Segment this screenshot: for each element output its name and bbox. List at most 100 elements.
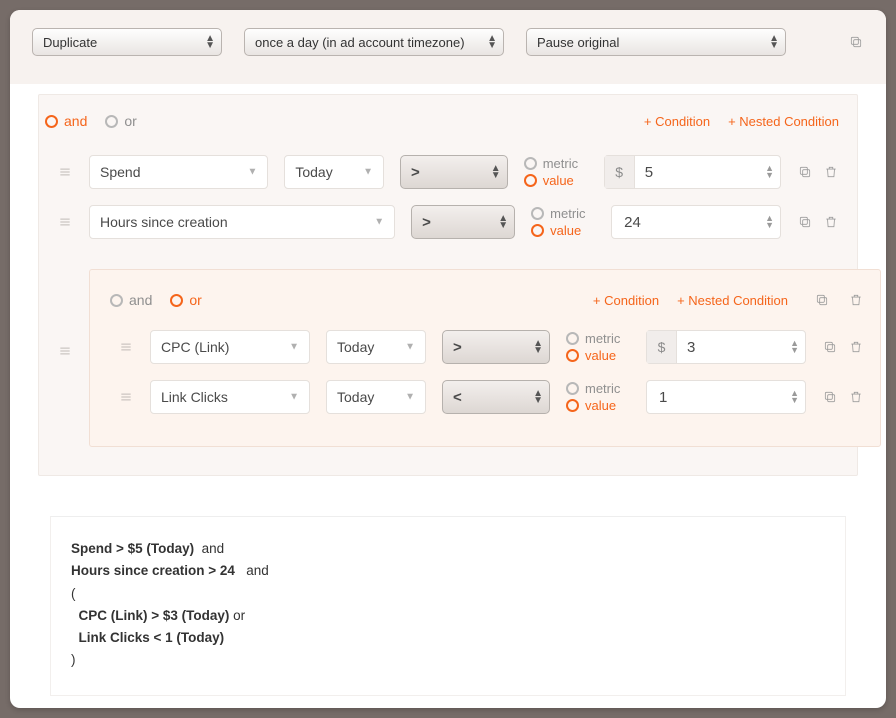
logic-and-label: and	[129, 292, 152, 308]
drag-handle-icon[interactable]	[118, 389, 134, 405]
add-nested-condition-link[interactable]: + Nested Condition	[677, 293, 788, 308]
timerange-value: Today	[337, 339, 374, 355]
frequency-select-value: once a day (in ad account timezone)	[255, 35, 465, 50]
chevron-down-icon: ▼	[374, 217, 384, 228]
value-input[interactable]: 1	[646, 380, 806, 414]
summary-text: CPC (Link) > $3 (Today)	[71, 608, 229, 623]
spinner-icon	[790, 390, 799, 404]
compare-value-radio[interactable]: value	[566, 348, 630, 363]
stepper-icon	[533, 390, 543, 404]
stepper-icon	[533, 340, 543, 354]
timerange-select[interactable]: Today ▼	[326, 330, 426, 364]
duplicate-row-icon[interactable]	[797, 214, 813, 230]
compare-value-label: value	[543, 173, 574, 188]
operator-select[interactable]: <	[442, 380, 550, 414]
compare-metric-label: metric	[550, 206, 585, 221]
metric-select[interactable]: Hours since creation ▼	[89, 205, 395, 239]
chevron-down-icon: ▼	[289, 342, 299, 353]
metric-select-value: Spend	[100, 164, 140, 180]
value-input[interactable]: 24	[611, 205, 781, 239]
nested-logic-or-radio[interactable]: or	[170, 292, 201, 308]
nested-logic-and-radio[interactable]: and	[110, 292, 152, 308]
compare-metric-label: metric	[543, 156, 578, 171]
operator-value: <	[453, 389, 462, 406]
summary-text: and	[235, 563, 269, 578]
summary-text: Hours since creation > 24	[71, 563, 235, 578]
operator-select[interactable]: >	[411, 205, 515, 239]
then-select[interactable]: Pause original	[526, 28, 786, 56]
duplicate-row-icon[interactable]	[822, 339, 838, 355]
stepper-icon	[769, 35, 779, 49]
compare-metric-radio[interactable]: metric	[566, 331, 630, 346]
summary-text: )	[71, 652, 76, 667]
metric-select[interactable]: CPC (Link) ▼	[150, 330, 310, 364]
metric-select[interactable]: Spend ▼	[89, 155, 268, 189]
currency-prefix: $	[605, 156, 635, 188]
radio-icon	[566, 332, 579, 345]
summary-text: and	[194, 541, 224, 556]
delete-row-icon[interactable]	[823, 164, 839, 180]
timerange-value: Today	[295, 164, 332, 180]
action-select[interactable]: Duplicate	[32, 28, 222, 56]
nested-group-row: and or + Condition + Nested Condition	[39, 247, 857, 455]
operator-select[interactable]: >	[442, 330, 550, 364]
drag-handle-icon[interactable]	[57, 214, 73, 230]
timerange-select[interactable]: Today ▼	[284, 155, 384, 189]
duplicate-rule-icon[interactable]	[848, 34, 864, 50]
logic-or-radio[interactable]: or	[105, 113, 136, 129]
value-number: 24	[612, 214, 780, 231]
add-condition-link[interactable]: + Condition	[593, 293, 659, 308]
conditions-panel: and or + Condition + Nested Condition Sp…	[38, 94, 858, 476]
logic-or-label: or	[189, 292, 201, 308]
compare-metric-radio[interactable]: metric	[524, 156, 588, 171]
delete-row-icon[interactable]	[848, 389, 864, 405]
add-condition-link[interactable]: + Condition	[644, 114, 710, 129]
compare-metric-radio[interactable]: metric	[566, 381, 630, 396]
condition-row: Spend ▼ Today ▼ > metric value $ 5	[39, 147, 857, 197]
radio-icon	[531, 224, 544, 237]
timerange-select[interactable]: Today ▼	[326, 380, 426, 414]
top-settings-bar: Duplicate once a day (in ad account time…	[10, 10, 886, 84]
logic-and-label: and	[64, 113, 87, 129]
condition-row: Link Clicks ▼ Today ▼ < metric	[106, 372, 864, 422]
frequency-select[interactable]: once a day (in ad account timezone)	[244, 28, 504, 56]
metric-select-value: Link Clicks	[161, 389, 228, 405]
currency-prefix: $	[647, 331, 677, 363]
metric-select[interactable]: Link Clicks ▼	[150, 380, 310, 414]
compare-value-label: value	[550, 223, 581, 238]
radio-icon	[566, 399, 579, 412]
compare-value-radio[interactable]: value	[524, 173, 588, 188]
value-input[interactable]: $ 3	[646, 330, 806, 364]
condition-row: Hours since creation ▼ > metric value 24	[39, 197, 857, 247]
drag-handle-icon[interactable]	[57, 343, 73, 359]
logic-and-radio[interactable]: and	[45, 113, 87, 129]
compare-value-radio[interactable]: value	[566, 398, 630, 413]
summary-text: Spend > $5 (Today)	[71, 541, 194, 556]
duplicate-group-icon[interactable]	[814, 292, 830, 308]
operator-value: >	[411, 164, 420, 181]
stepper-icon	[491, 165, 501, 179]
radio-icon	[45, 115, 58, 128]
compare-value-radio[interactable]: value	[531, 223, 595, 238]
operator-select[interactable]: >	[400, 155, 508, 189]
delete-group-icon[interactable]	[848, 292, 864, 308]
metric-select-value: Hours since creation	[100, 214, 228, 230]
rule-summary: Spend > $5 (Today) and Hours since creat…	[50, 516, 846, 696]
stepper-icon	[205, 35, 215, 49]
radio-icon	[105, 115, 118, 128]
radio-icon	[110, 294, 123, 307]
duplicate-row-icon[interactable]	[797, 164, 813, 180]
radio-icon	[170, 294, 183, 307]
delete-row-icon[interactable]	[823, 214, 839, 230]
compare-metric-radio[interactable]: metric	[531, 206, 595, 221]
drag-handle-icon[interactable]	[118, 339, 134, 355]
delete-row-icon[interactable]	[848, 339, 864, 355]
chevron-down-icon: ▼	[405, 342, 415, 353]
stepper-icon	[487, 35, 497, 49]
value-number: 1	[647, 389, 805, 406]
value-input[interactable]: $ 5	[604, 155, 781, 189]
add-nested-condition-link[interactable]: + Nested Condition	[728, 114, 839, 129]
drag-handle-icon[interactable]	[57, 164, 73, 180]
compare-metric-label: metric	[585, 331, 620, 346]
duplicate-row-icon[interactable]	[822, 389, 838, 405]
